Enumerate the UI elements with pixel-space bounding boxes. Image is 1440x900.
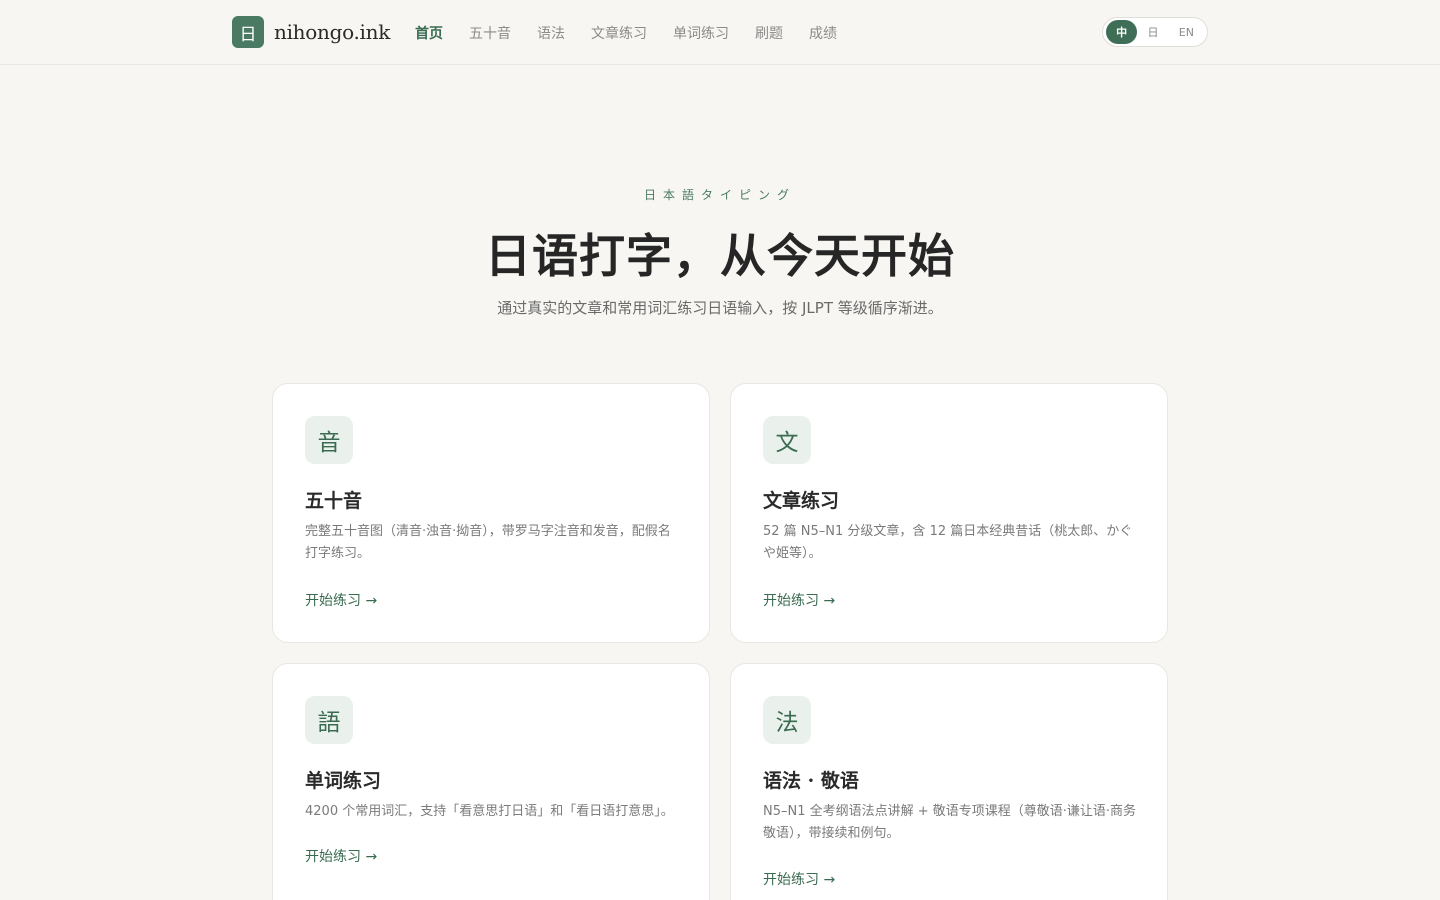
lang-option-zh[interactable]: 中 (1106, 20, 1138, 44)
hero-subtitle: 通过真实的文章和常用词汇练习日语输入，按 JLPT 等级循序渐进。 (497, 299, 943, 317)
lang-option-en[interactable]: EN (1169, 20, 1204, 44)
start-practice-link[interactable]: 开始练习 → (763, 590, 835, 610)
hero-kicker: 日本語タイピング (643, 188, 796, 202)
grammar-icon: 法 (763, 696, 811, 744)
card-title: 五十音 (305, 490, 363, 512)
kana-icon: 音 (305, 416, 353, 464)
logo-mark-icon: 日 (232, 16, 264, 48)
card-description: 52 篇 N5–N1 分级文章，含 12 篇日本经典昔话（桃太郎、かぐや姫等）。 (763, 524, 1133, 561)
start-practice-link[interactable]: 开始练习 → (763, 869, 835, 889)
card-description: N5–N1 全考纲语法点讲解 + 敬语专项课程（尊敬语·谦让语·商务敬语），带接… (763, 804, 1137, 841)
card-title: 文章练习 (763, 490, 840, 512)
card-title: 语法 · 敬语 (763, 770, 859, 792)
start-practice-link[interactable]: 开始练习 → (305, 590, 377, 610)
nav-item-scores[interactable]: 成绩 (809, 23, 837, 43)
logo-text: nihongo.ink (274, 20, 391, 44)
hero-title: 日语打字，从今天开始 (485, 229, 955, 283)
nav-item-articles[interactable]: 文章练习 (591, 23, 647, 43)
card-description: 完整五十音图（清音·浊音·拗音），带罗马字注音和发音，配假名打字练习。 (305, 524, 671, 561)
nav-item-vocab[interactable]: 单词练习 (673, 23, 729, 43)
card-vocab[interactable]: 語 单词练习 4200 个常用词汇，支持「看意思打日语」和「看日语打意思」。 开… (272, 663, 710, 900)
top-bar: 日 nihongo.ink 首页 五十音 语法 文章练习 单词练习 刷题 成绩 … (0, 0, 1440, 65)
language-switcher: 中 日 EN (1102, 17, 1208, 47)
article-icon: 文 (763, 416, 811, 464)
card-articles[interactable]: 文 文章练习 52 篇 N5–N1 分级文章，含 12 篇日本经典昔话（桃太郎、… (730, 383, 1168, 643)
card-grammar[interactable]: 法 语法 · 敬语 N5–N1 全考纲语法点讲解 + 敬语专项课程（尊敬语·谦让… (730, 663, 1168, 900)
card-title: 单词练习 (305, 770, 382, 792)
card-kana[interactable]: 音 五十音 完整五十音图（清音·浊音·拗音），带罗马字注音和发音，配假名打字练习… (272, 383, 710, 643)
vocab-icon: 語 (305, 696, 353, 744)
main-nav: 首页 五十音 语法 文章练习 单词练习 刷题 成绩 (402, 0, 850, 65)
nav-item-kana[interactable]: 五十音 (469, 23, 511, 43)
nav-item-grammar[interactable]: 语法 (537, 23, 565, 43)
lang-option-ja[interactable]: 日 (1137, 20, 1168, 44)
card-description: 4200 个常用词汇，支持「看意思打日语」和「看日语打意思」。 (305, 804, 674, 819)
nav-item-home[interactable]: 首页 (415, 23, 443, 43)
nav-item-quiz[interactable]: 刷题 (755, 23, 783, 43)
site-logo[interactable]: 日 nihongo.ink (232, 16, 390, 48)
start-practice-link[interactable]: 开始练习 → (305, 846, 377, 866)
